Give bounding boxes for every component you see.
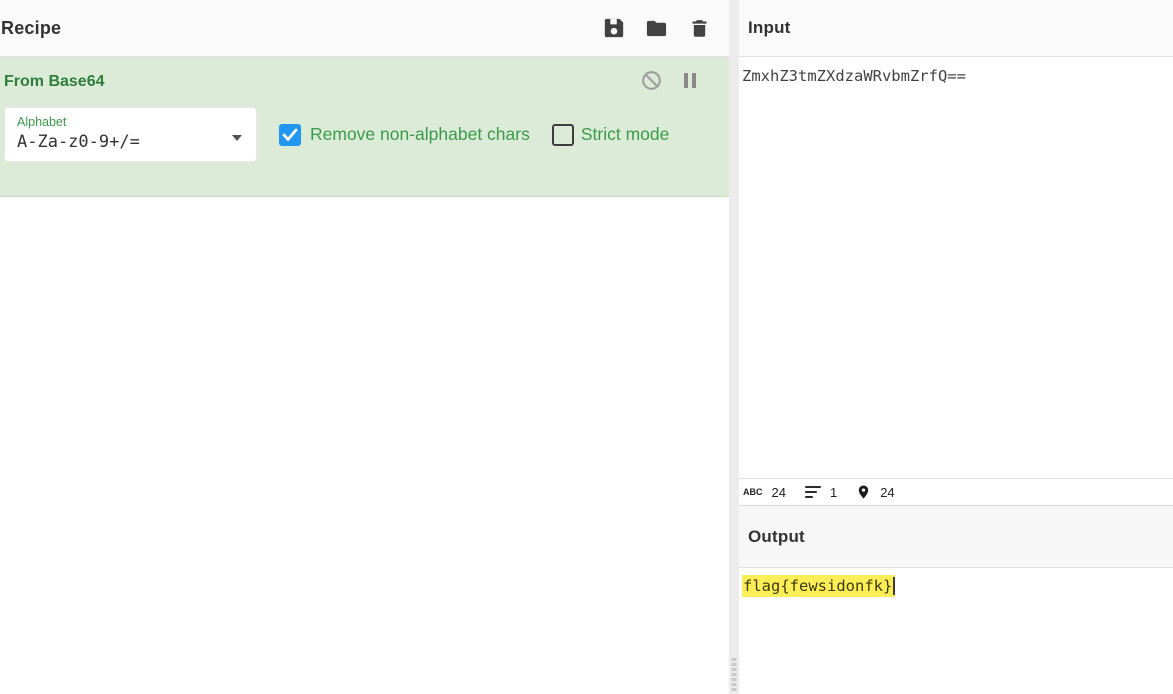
cursor-position-item: 24 — [856, 484, 895, 500]
output-header: Output — [739, 505, 1173, 568]
abc-icon: ABC — [743, 487, 763, 497]
cyberchef-app: Recipe From Base64 Alphabet A-Za-z0-9+/=… — [0, 0, 1173, 694]
circle-slash-icon — [641, 70, 662, 94]
input-textarea[interactable]: ZmxhZ3tmZXdzaWRvbmZrfQ== — [739, 57, 1173, 478]
output-caret-wrap — [892, 575, 896, 597]
gutter-drag-handle-icon[interactable] — [731, 658, 737, 691]
recipe-drop-area[interactable] — [0, 197, 729, 694]
disable-operation-button[interactable] — [640, 71, 662, 93]
operation-title: From Base64 — [4, 73, 105, 90]
breakpoint-pause-button[interactable] — [679, 71, 701, 93]
io-panel: Input ZmxhZ3tmZXdzaWRvbmZrfQ== ABC 24 1 … — [739, 0, 1173, 694]
recipe-toolbar — [602, 17, 729, 40]
char-count-item: ABC 24 — [743, 485, 786, 500]
clear-recipe-button[interactable] — [688, 17, 711, 40]
line-count-value: 1 — [829, 484, 838, 500]
input-title: Input — [748, 18, 791, 37]
remove-non-alphabet-label: Remove non-alphabet chars — [310, 124, 530, 144]
remove-non-alphabet-checkbox[interactable]: Remove non-alphabet chars — [279, 123, 530, 146]
trash-icon — [689, 17, 710, 39]
strict-mode-label: Strict mode — [580, 124, 670, 144]
input-header: Input — [739, 0, 1173, 57]
recipe-header: Recipe — [0, 0, 729, 57]
panel-resize-gutter[interactable] — [729, 0, 739, 694]
checkbox-checked-icon — [279, 123, 301, 146]
output-title: Output — [748, 526, 805, 546]
operation-title-row: From Base64 — [4, 71, 719, 93]
char-count-value: 24 — [771, 484, 786, 500]
chevron-down-icon — [232, 135, 242, 141]
recipe-panel: Recipe From Base64 Alphabet A-Za-z0-9+/=… — [0, 0, 729, 694]
input-status-bar: ABC 24 1 24 — [739, 478, 1173, 505]
strict-mode-checkbox[interactable]: Strict mode — [551, 123, 670, 146]
highlighted-output-text: flag{fewsidonfk} — [742, 575, 893, 597]
operation-ingredients: Alphabet A-Za-z0-9+/= Remove non-alphabe… — [4, 107, 719, 162]
save-recipe-button[interactable] — [602, 17, 625, 40]
operation-from-base64[interactable]: From Base64 Alphabet A-Za-z0-9+/= Remove… — [0, 57, 729, 197]
lines-icon — [804, 485, 821, 499]
line-count-item: 1 — [804, 484, 838, 500]
save-icon — [603, 17, 625, 39]
pause-icon — [682, 72, 698, 92]
alphabet-value: A-Za-z0-9+/= — [17, 132, 140, 152]
output-area[interactable]: flag{fewsidonfk} — [739, 568, 1173, 694]
folder-icon — [645, 17, 668, 40]
recipe-title: Recipe — [1, 17, 62, 38]
location-pin-icon — [856, 484, 871, 500]
alphabet-select[interactable]: Alphabet A-Za-z0-9+/= — [4, 107, 257, 162]
checkbox-unchecked-icon — [551, 123, 574, 146]
load-recipe-button[interactable] — [645, 17, 668, 40]
cursor-position-value: 24 — [880, 484, 895, 500]
text-cursor — [893, 577, 896, 595]
alphabet-label: Alphabet — [17, 115, 67, 129]
operation-controls — [640, 71, 719, 93]
